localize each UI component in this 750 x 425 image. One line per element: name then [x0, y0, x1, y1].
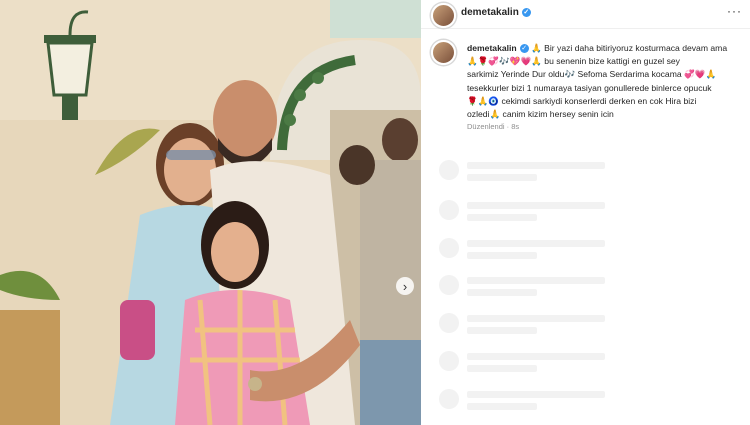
caption-line-4: 🌹🙏🧿 cekimdi sarkiydi konserlerdi derken …: [467, 95, 697, 106]
comment-skeleton-line: [467, 289, 537, 296]
comment-skeleton-avatar: [439, 238, 459, 258]
comment-skeleton-line: [467, 403, 537, 410]
comment-skeleton-line: [467, 202, 605, 209]
caption-username[interactable]: demetakalin: [467, 43, 517, 53]
comment-skeleton-line: [467, 252, 537, 259]
comment-skeleton-line: [467, 327, 537, 334]
post-photo-illustration: [0, 0, 421, 425]
caption-line-0: 🙏 Bir yazi daha bitiriyoruz kosturmaca d…: [531, 43, 728, 53]
comment-skeleton-line: [467, 315, 605, 322]
comment-skeleton-avatar: [439, 200, 459, 220]
post-header: demetakalin ✓ ···: [421, 0, 750, 29]
comment-skeleton-line: [467, 214, 537, 221]
caption-avatar[interactable]: [431, 40, 456, 65]
post-caption: demetakalin ✓ 🙏 Bir yazi daha bitiriyoruz…: [467, 42, 745, 121]
post-detail-panel: demetakalin ✓ ··· demetakalin ✓ 🙏 Bir yazi…: [421, 0, 750, 425]
comment-skeleton-avatar: [439, 313, 459, 333]
caption-line-3: tesekkurler bizi 1 numaraya tasiyan gonu…: [467, 82, 712, 93]
username-text[interactable]: demetakalin: [461, 7, 519, 18]
comment-skeleton-line: [467, 162, 605, 169]
caption-line-1: 🙏🌹💞🎶💖💗🙏 bu senenin bize kattigi en guzel…: [467, 56, 680, 67]
verified-badge-icon: ✓: [519, 44, 529, 53]
comment-skeleton-line: [467, 240, 605, 247]
comment-skeleton-line: [467, 391, 605, 398]
comment-skeleton-avatar: [439, 275, 459, 295]
more-options-icon[interactable]: ···: [727, 4, 742, 18]
comment-skeleton-avatar: [439, 389, 459, 409]
caption-line-5: ozledi🙏 canim kizim hersey senin icin: [467, 109, 614, 120]
username-header[interactable]: demetakalin ✓: [461, 7, 531, 18]
comment-skeleton-line: [467, 277, 605, 284]
comment-skeleton-avatar: [439, 351, 459, 371]
next-photo-button[interactable]: ›: [396, 277, 414, 295]
caption-line-2: sarkimiz Yerinde Dur oldu🎶 Sefoma Serdar…: [467, 69, 717, 80]
edited-timestamp: Düzenlendi · 8s: [467, 122, 520, 131]
verified-badge-icon: ✓: [521, 8, 531, 17]
avatar[interactable]: [431, 3, 456, 28]
comment-skeleton-line: [467, 353, 605, 360]
post-photo: ›: [0, 0, 421, 425]
chevron-right-icon: ›: [402, 278, 408, 294]
comment-skeleton-line: [467, 365, 537, 372]
comment-skeleton-avatar: [439, 160, 459, 180]
comment-skeleton-line: [467, 174, 537, 181]
